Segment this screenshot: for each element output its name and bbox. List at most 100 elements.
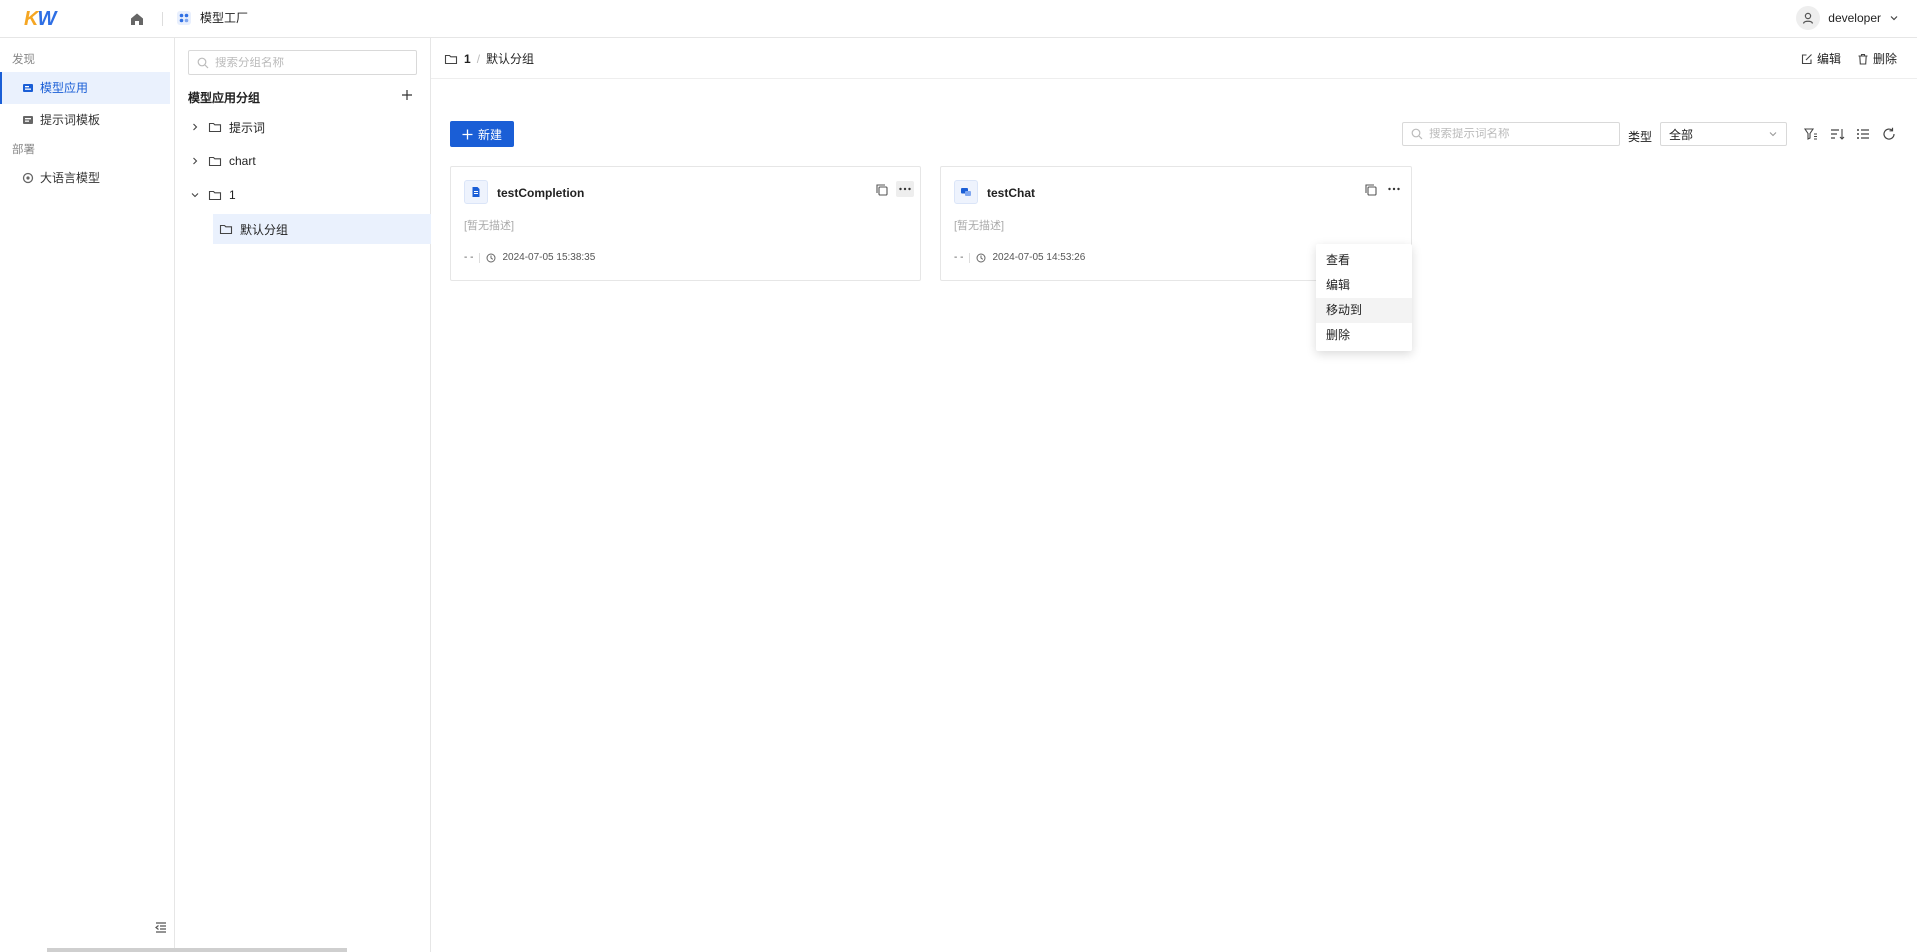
tree-item-label: 1: [229, 188, 236, 202]
menu-item-view[interactable]: 查看: [1316, 248, 1412, 273]
home-icon[interactable]: [128, 10, 146, 28]
collapse-menu-icon[interactable]: [154, 920, 168, 934]
edit-label: 编辑: [1816, 52, 1841, 66]
prompt-search-input[interactable]: [1429, 128, 1609, 140]
group-panel: 模型应用分组 提示词 chart 1 默认分组: [175, 38, 431, 952]
left-nav: 发现 模型应用 提示词模板 部署 大语言模型: [0, 38, 175, 952]
list-view-icon[interactable]: [1855, 126, 1871, 142]
search-icon: [197, 57, 209, 69]
card-title[interactable]: testChat: [987, 186, 1035, 200]
model-icon: [22, 172, 34, 184]
app-icon: [22, 82, 34, 94]
sort-icon[interactable]: [1829, 126, 1845, 142]
chat-icon: [954, 180, 978, 204]
chevron-down-icon[interactable]: [190, 190, 200, 200]
nav-item-model-apps[interactable]: 模型应用: [0, 72, 170, 104]
delete-group-button[interactable]: 删除: [1857, 50, 1897, 67]
type-select-value: 全部: [1669, 127, 1694, 142]
group-actions: 编辑 删除: [1801, 50, 1897, 67]
toolbar-icons: [1803, 126, 1897, 142]
user-name: developer: [1828, 11, 1881, 25]
card-author: - -: [464, 252, 474, 263]
folder-icon: [208, 120, 222, 134]
breadcrumb-parent[interactable]: 1: [464, 52, 471, 66]
prompt-search[interactable]: [1402, 122, 1620, 146]
group-panel-title: 模型应用分组: [188, 91, 261, 105]
type-label: 类型: [1628, 130, 1653, 144]
template-icon: [22, 114, 34, 126]
card-description: [暂无描述]: [464, 220, 515, 232]
plus-icon: [462, 129, 473, 140]
menu-item-edit[interactable]: 编辑: [1316, 273, 1412, 298]
chevron-right-icon[interactable]: [190, 122, 200, 132]
nav-item-llm[interactable]: 大语言模型: [0, 162, 174, 194]
chevron-down-icon: [1768, 129, 1778, 139]
more-icon[interactable]: [1385, 181, 1403, 197]
menu-item-move-to[interactable]: 移动到: [1316, 298, 1412, 323]
folder-icon: [444, 52, 458, 66]
card-action-menu: 查看 编辑 移动到 删除: [1316, 244, 1412, 351]
logo: KW: [24, 8, 56, 30]
avatar: [1796, 6, 1821, 30]
chevron-down-icon: [1889, 13, 1899, 23]
card-meta: - - 2024-07-05 15:38:35: [464, 252, 595, 263]
tree-item-default-group[interactable]: 默认分组: [213, 214, 431, 244]
tree-item-chart[interactable]: chart: [175, 146, 431, 176]
breadcrumb-current: 默认分组: [486, 52, 535, 66]
folder-icon: [208, 154, 222, 168]
delete-label: 删除: [1872, 52, 1897, 66]
card-description: [暂无描述]: [954, 220, 1005, 232]
user-menu[interactable]: developer: [1796, 6, 1899, 30]
copy-icon[interactable]: [1364, 183, 1378, 197]
tree-item-1[interactable]: 1: [175, 180, 431, 210]
breadcrumb: 1 / 默认分组: [444, 50, 534, 67]
header-divider: [431, 78, 1917, 79]
nav-item-label: 模型应用: [40, 81, 89, 95]
clock-icon: [486, 253, 496, 263]
divider: [479, 252, 481, 263]
model-factory-icon: [176, 10, 192, 26]
trash-icon: [1857, 53, 1869, 65]
clock-icon: [976, 253, 986, 263]
tree-item-label: 默认分组: [240, 222, 289, 237]
card-time: 2024-07-05 14:53:26: [992, 252, 1086, 263]
copy-icon[interactable]: [875, 183, 889, 197]
new-button[interactable]: 新建: [450, 121, 514, 147]
divider: [969, 252, 971, 263]
divider: [162, 12, 163, 26]
group-search[interactable]: [188, 50, 417, 75]
type-select[interactable]: 全部: [1660, 122, 1787, 146]
menu-item-delete[interactable]: 删除: [1316, 323, 1412, 348]
nav-item-label: 提示词模板: [40, 113, 101, 127]
module-switcher[interactable]: 模型工厂: [176, 9, 248, 26]
tree-item-label: chart: [229, 154, 256, 168]
tree-item-prompts[interactable]: 提示词: [175, 112, 431, 142]
tree-item-label: 提示词: [229, 120, 266, 135]
folder-icon: [219, 222, 233, 236]
card-author: - -: [954, 252, 964, 263]
card-meta: - - 2024-07-05 14:53:26: [954, 252, 1085, 263]
scrollbar[interactable]: [47, 948, 347, 952]
new-button-label: 新建: [477, 127, 502, 142]
search-icon: [1411, 128, 1423, 140]
breadcrumb-separator: /: [476, 51, 481, 66]
nav-group-discover: 发现: [12, 54, 35, 66]
top-bar: KW 模型工厂 developer: [0, 0, 1917, 38]
card-title[interactable]: testCompletion: [497, 186, 584, 200]
more-icon[interactable]: [896, 181, 914, 197]
edit-group-button[interactable]: 编辑: [1801, 50, 1841, 67]
main-content: 1 / 默认分组 编辑 删除 新建 类型 全部 testCo: [431, 38, 1917, 952]
filter-icon[interactable]: [1803, 126, 1819, 142]
group-search-input[interactable]: [215, 56, 405, 69]
card-time: 2024-07-05 15:38:35: [502, 252, 596, 263]
chevron-right-icon[interactable]: [190, 156, 200, 166]
nav-item-label: 大语言模型: [40, 171, 101, 185]
document-icon: [464, 180, 488, 204]
folder-icon: [208, 188, 222, 202]
refresh-icon[interactable]: [1881, 126, 1897, 142]
nav-group-deploy: 部署: [12, 144, 35, 156]
add-group-icon[interactable]: [400, 88, 414, 102]
prompt-card[interactable]: testCompletion [暂无描述] - - 2024-07-05 15:…: [450, 166, 921, 281]
nav-item-prompt-templates[interactable]: 提示词模板: [0, 104, 174, 136]
edit-icon: [1801, 53, 1813, 65]
